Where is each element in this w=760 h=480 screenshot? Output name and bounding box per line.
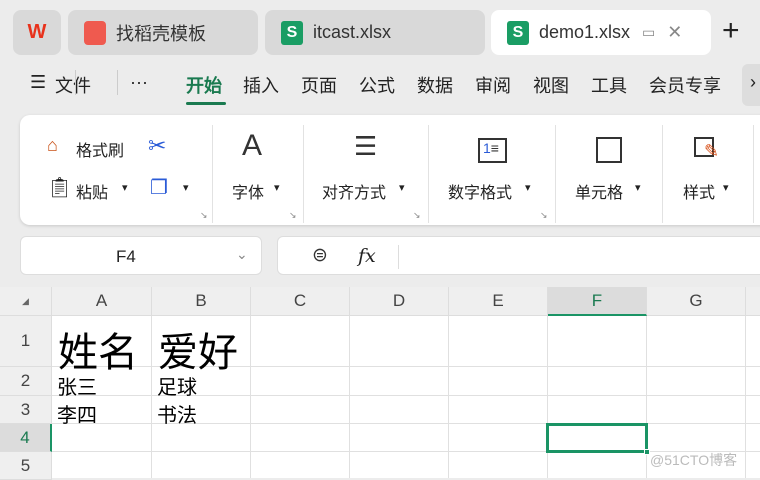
menu-formula[interactable]: 公式 (359, 72, 395, 98)
monitor-icon[interactable]: ▭ (642, 24, 655, 41)
tab-docer-templates[interactable]: 找稻壳模板 (68, 10, 258, 55)
formula-bar[interactable]: ⊜ fx (277, 236, 760, 275)
wps-home-button[interactable]: W (13, 10, 61, 55)
gridline (745, 316, 746, 478)
menu-review[interactable]: 审阅 (475, 72, 511, 98)
divider (303, 125, 304, 223)
new-tab-button[interactable]: + (722, 14, 740, 48)
number-format-icon: 1≡ (478, 138, 507, 163)
cell-b3[interactable]: 书法 (157, 399, 197, 428)
column-header-h[interactable] (746, 287, 760, 316)
column-header-e[interactable]: E (449, 287, 548, 316)
cut-icon[interactable]: ✂ (148, 133, 166, 159)
ribbon: ⌂ 格式刷 ✂ 📋︎ 粘贴 ▾ ❐ ▾ ↘ A 字体 ▾ ↘ ☰ 对齐方式 ▾ … (20, 115, 760, 225)
row-header-2[interactable]: 2 (0, 367, 52, 396)
gridline (547, 316, 548, 478)
gridline (349, 316, 350, 478)
divider (398, 245, 399, 269)
paste-button[interactable]: 粘贴 (76, 179, 108, 203)
chevron-down-icon: ▾ (723, 182, 729, 194)
menu-scroll-right[interactable]: › (742, 64, 760, 106)
menu-view[interactable]: 视图 (533, 72, 569, 98)
menu-start[interactable]: 开始 (186, 72, 222, 98)
row-header-3[interactable]: 3 (0, 396, 52, 424)
gridline (151, 316, 152, 478)
cell-a1[interactable]: 姓名 (58, 320, 138, 378)
column-header-c[interactable]: C (251, 287, 350, 316)
chevron-down-icon: ▾ (274, 182, 280, 194)
style-button[interactable]: 样式 (683, 179, 715, 203)
column-header-d[interactable]: D (350, 287, 449, 316)
menu-file[interactable]: 文件 (55, 72, 91, 98)
copy-icon[interactable]: ❐ (150, 175, 168, 200)
row-header-5[interactable]: 5 (0, 452, 52, 480)
zoom-formula-icon[interactable]: ⊜ (312, 244, 328, 267)
chevron-down-icon[interactable]: ▾ (122, 181, 128, 194)
spreadsheet-icon: S (507, 20, 529, 45)
align-icon: ☰ (354, 131, 378, 161)
format-painter-icon: ⌂ (47, 135, 58, 155)
divider (117, 70, 118, 95)
column-header-g[interactable]: G (647, 287, 746, 316)
divider (555, 125, 556, 223)
active-cell-selection[interactable] (546, 423, 648, 453)
menu-page[interactable]: 页面 (301, 72, 337, 98)
divider (212, 125, 213, 223)
divider (75, 70, 76, 95)
menu-icon[interactable]: ☰ (30, 72, 46, 93)
chevron-down-icon: ▾ (635, 182, 641, 194)
menu-insert[interactable]: 插入 (243, 72, 279, 98)
chevron-down-icon[interactable]: ⌄ (236, 246, 248, 263)
row-header-4[interactable]: 4 (0, 424, 52, 452)
active-tab-underline (186, 102, 226, 105)
cell-a2[interactable]: 张三 (57, 371, 97, 400)
gridline (250, 316, 251, 478)
wps-logo-icon: W (27, 21, 47, 43)
fx-button[interactable]: fx (358, 245, 376, 267)
spreadsheet-icon: S (281, 20, 303, 45)
chevron-down-icon[interactable]: ▾ (183, 181, 189, 194)
cell-b1[interactable]: 爱好 (158, 320, 238, 378)
column-header-a[interactable]: A (52, 287, 152, 316)
column-header-f[interactable]: F (548, 287, 647, 316)
menu-member[interactable]: 会员专享 (649, 72, 721, 98)
tab-demo1[interactable]: S demo1.xlsx ▭ ✕ (491, 10, 711, 55)
row-header-1[interactable]: 1 (0, 316, 52, 367)
cell-a3[interactable]: 李四 (57, 399, 97, 428)
cell-button[interactable]: 单元格 (575, 179, 623, 203)
expand-icon[interactable]: ↘ (289, 210, 297, 221)
cell-icon (596, 137, 622, 163)
paste-icon: 📋︎ (47, 177, 73, 199)
tab-itcast[interactable]: S itcast.xlsx (265, 10, 485, 55)
chevron-down-icon: ▾ (399, 182, 405, 194)
divider (753, 125, 754, 223)
align-button[interactable]: 对齐方式 (322, 179, 386, 203)
watermark: @51CTO博客 (650, 452, 738, 468)
font-button[interactable]: 字体 (232, 179, 264, 203)
format-painter-button[interactable]: 格式刷 (76, 137, 124, 161)
menu-more[interactable]: ··· (130, 72, 148, 93)
spreadsheet-grid[interactable]: ◢ A B C D E F G 1 2 3 4 5 姓名 爱好 张三 足球 李四… (0, 287, 760, 480)
select-all-corner[interactable]: ◢ (0, 287, 52, 316)
divider (662, 125, 663, 223)
font-icon: A (242, 129, 263, 162)
expand-icon[interactable]: ↘ (540, 210, 548, 221)
expand-icon[interactable]: ↘ (200, 210, 208, 221)
expand-icon[interactable]: ↘ (413, 210, 421, 221)
divider (428, 125, 429, 223)
column-header-b[interactable]: B (152, 287, 251, 316)
name-box[interactable]: F4 ⌄ (20, 236, 262, 275)
cell-b2[interactable]: 足球 (157, 371, 197, 400)
menu-tools[interactable]: 工具 (591, 72, 627, 98)
name-box-value: F4 (116, 247, 136, 266)
number-format-button[interactable]: 数字格式 (448, 179, 512, 203)
docer-icon (84, 20, 106, 45)
menu-data[interactable]: 数据 (417, 72, 453, 98)
pen-icon: ✎ (704, 141, 720, 161)
chevron-down-icon: ▾ (525, 182, 531, 194)
close-icon[interactable]: ✕ (667, 22, 682, 43)
gridline (448, 316, 449, 478)
